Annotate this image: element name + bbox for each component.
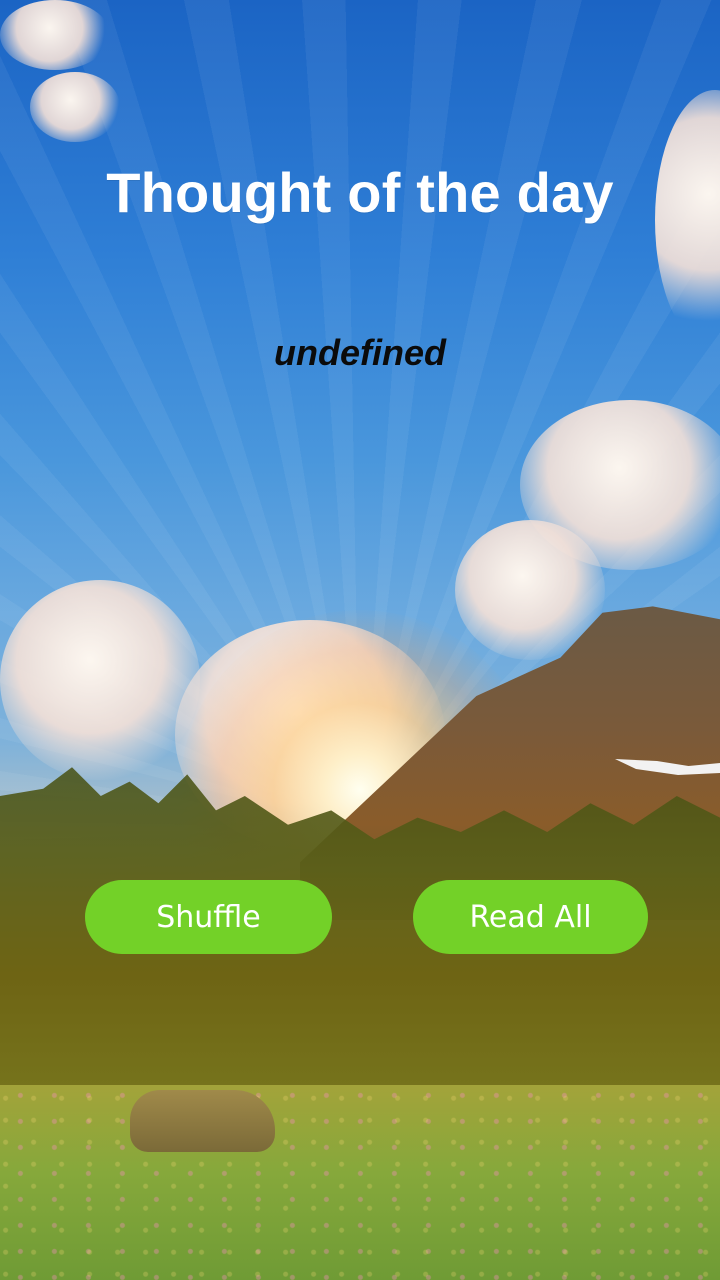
meadow [0, 1085, 720, 1280]
shuffle-button-label: Shuffle [156, 899, 261, 935]
read-all-button[interactable]: Read All [413, 880, 648, 954]
cloud [30, 72, 120, 142]
shuffle-button[interactable]: Shuffle [85, 880, 332, 954]
cloud [0, 0, 110, 70]
cloud [0, 580, 200, 780]
page-title: Thought of the day [106, 161, 614, 224]
quote-text: undefined [274, 332, 446, 373]
read-all-button-label: Read All [469, 899, 592, 935]
rock [130, 1090, 275, 1152]
